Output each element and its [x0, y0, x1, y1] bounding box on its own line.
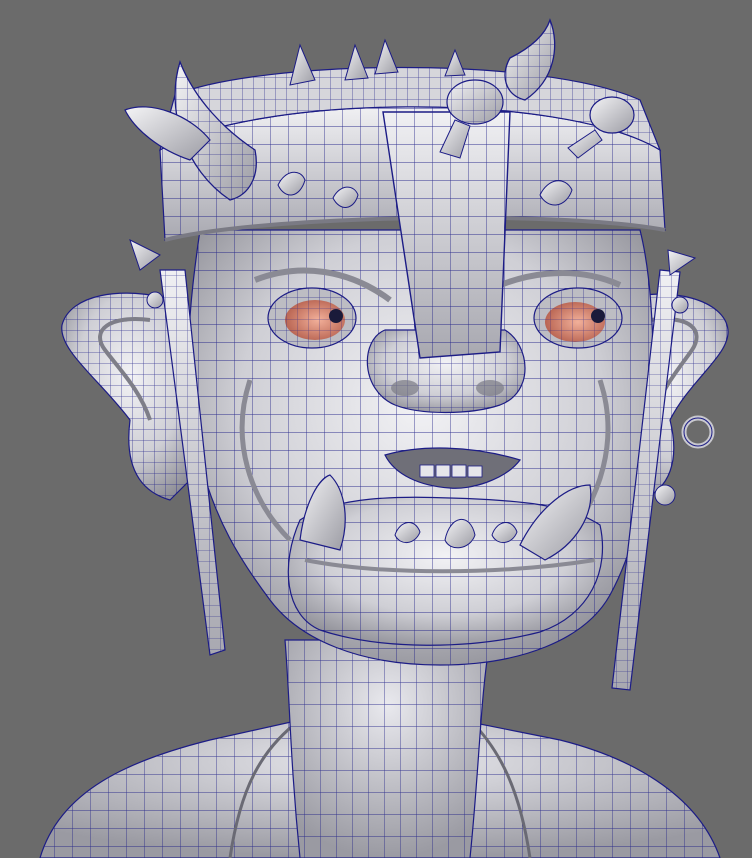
right-eye[interactable] [533, 287, 623, 349]
ogre-head-mesh[interactable] [0, 0, 752, 858]
neck-mesh[interactable] [284, 639, 491, 858]
3d-viewport[interactable] [0, 0, 752, 858]
left-eye[interactable] [267, 287, 357, 349]
